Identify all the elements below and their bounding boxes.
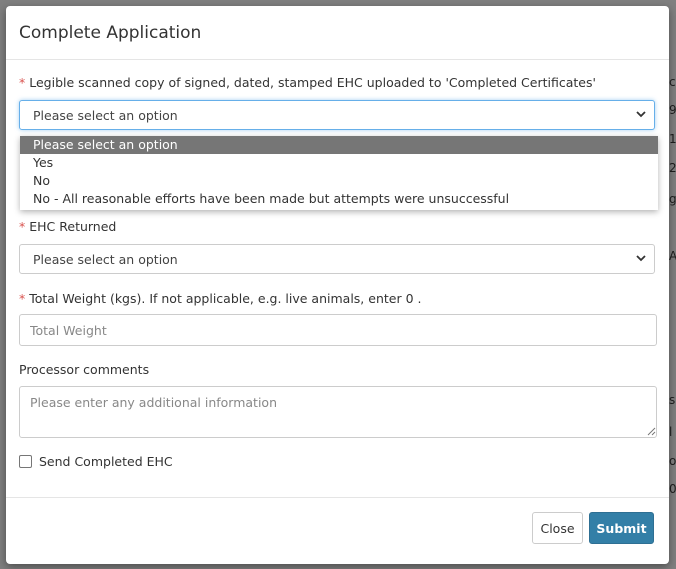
option-please-select[interactable]: Please select an option	[20, 136, 658, 154]
background-text-fragment: s	[669, 393, 676, 407]
submit-button[interactable]: Submit	[589, 512, 654, 544]
ehc-returned-select[interactable]: Please select an option	[19, 244, 655, 274]
background-text-fragment: 2	[669, 161, 676, 175]
background-text-fragment: A	[669, 249, 676, 263]
modal-title: Complete Application	[19, 23, 202, 43]
background-text-fragment: 0	[669, 482, 676, 496]
background-text-fragment: ch	[669, 75, 676, 89]
close-button[interactable]: Close	[532, 512, 583, 544]
processor-comments-label: Processor comments	[19, 362, 150, 377]
resize-grip-icon[interactable]	[646, 426, 656, 436]
background-text-fragment: 1	[669, 132, 676, 146]
send-completed-ehc-checkbox[interactable]	[19, 455, 32, 468]
processor-comments-textarea[interactable]	[19, 386, 657, 438]
ehc-returned-select-value: Please select an option	[33, 252, 178, 267]
legible-copy-label: * Legible scanned copy of signed, dated, …	[19, 75, 596, 90]
total-weight-label: * Total Weight (kgs). If not applicable, …	[19, 291, 421, 306]
background-text-fragment: g	[669, 192, 676, 206]
option-yes[interactable]: Yes	[20, 154, 658, 172]
required-asterisk: *	[19, 75, 26, 90]
background-text-fragment: o	[669, 454, 676, 468]
chevron-down-icon	[636, 255, 646, 262]
background-text-fragment: l	[669, 425, 673, 439]
required-asterisk: *	[19, 219, 26, 234]
legible-copy-options-list: Please select an option Yes No No - All …	[20, 136, 658, 210]
modal-footer	[6, 497, 669, 498]
total-weight-input[interactable]	[19, 314, 657, 346]
option-no[interactable]: No	[20, 172, 658, 190]
modal-header: Complete Application	[6, 6, 669, 60]
ehc-returned-label-text: EHC Returned	[29, 219, 117, 234]
background-text-fragment: 9	[669, 103, 676, 117]
chevron-down-icon	[636, 111, 646, 118]
legible-copy-label-text: Legible scanned copy of signed, dated, s…	[29, 75, 596, 90]
complete-application-modal: Complete Application * Legible scanned co…	[6, 6, 669, 564]
legible-copy-select-value: Please select an option	[33, 108, 178, 123]
send-completed-ehc-label: Send Completed EHC	[39, 454, 173, 469]
total-weight-label-text: Total Weight (kgs). If not applicable, e…	[29, 291, 422, 306]
required-asterisk: *	[19, 291, 26, 306]
ehc-returned-label: * EHC Returned	[19, 219, 116, 234]
legible-copy-select[interactable]: Please select an option	[19, 100, 655, 130]
option-no-reasonable-efforts[interactable]: No - All reasonable efforts have been ma…	[20, 190, 658, 208]
